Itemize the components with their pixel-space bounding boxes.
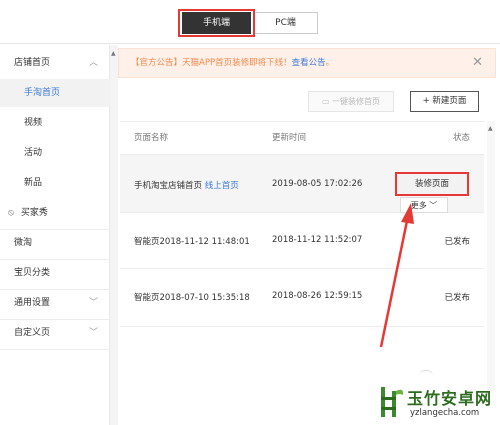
device-switch-bar: 手机端 PC端 [0,0,500,44]
scroll-up-icon[interactable]: ▲ [488,125,493,132]
chevron-down-icon: ﹀ [88,298,98,308]
announcement-bar: 【官方公告】天猫APP首页装修即将下线！查看公告。 ✕ [118,48,496,78]
one-click-decorate-button[interactable]: ▭ 一键装修首页 [308,91,394,112]
sidebar-item-buyer-show[interactable]: ⦸ 买家秀 [0,199,110,227]
one-click-decorate-label: 一键装修首页 [332,97,381,106]
watermark-url: yzlangecha.com [410,408,480,418]
bamboo-logo-icon [381,387,404,417]
sidebar-item-label: 活动 [24,148,43,158]
decorate-page-button[interactable]: 装修页面 [395,172,469,196]
update-time: 2018-11-12 11:52:07 [272,235,363,245]
page-name: 智能页2018-11-12 11:48:01 [134,237,250,247]
scroll-up-icon[interactable]: ▲ [111,50,116,57]
highlight-box-mobile [178,9,255,37]
watermark-logo: 玉竹安卓网 yzlangecha.com [374,380,500,425]
announcement-suffix: 。 [325,58,335,68]
update-time: 2019-08-05 17:02:26 [272,179,363,189]
sidebar-item-taobao-home[interactable]: 手淘首页 [0,79,110,107]
sidebar-item-label: 通用设置 [14,298,51,308]
sidebar-item-category[interactable]: 宝贝分类 [0,259,110,287]
header-status: 状态 [452,133,470,143]
watermark-title: 玉竹安卓网 [407,389,493,408]
sidebar-item-new-products[interactable]: 新品 [0,169,110,197]
sidebar-item-store-home[interactable]: 店铺首页 ︿ [0,49,110,77]
page-name: 智能页2018-07-10 15:35:18 [134,293,250,303]
sidebar-scrollbar[interactable]: ▲ [110,45,118,425]
sidebar-item-weitao[interactable]: 微淘 [0,229,110,257]
status-text: 已发布 [444,237,470,247]
sidebar-item-label: 买家秀 [20,208,48,218]
header-update-time: 更新时间 [272,133,307,143]
sidebar: 店铺首页 ︿ 手淘首页 视频 活动 新品 ⦸ 买家秀 微淘 宝贝分类 通用设置 … [0,45,110,425]
sidebar-item-label: 手淘首页 [24,88,61,98]
sidebar-item-label: 视频 [24,118,43,128]
chevron-down-icon: ﹀ [88,328,98,338]
more-dropdown[interactable]: 更多 ﹀ [400,197,448,213]
table-row: 智能页2018-07-10 15:35:18 2018-08-26 12:59:… [120,269,484,327]
chevron-up-icon: ︿ [88,58,98,68]
table-header: 页面名称 更新时间 状态 [120,121,484,155]
view-announcement-link[interactable]: 查看公告 [292,58,326,68]
announcement-text: 【官方公告】天猫APP首页装修即将下线！ [131,58,292,68]
divider [0,349,110,350]
decorate-icon: ▭ [321,97,330,106]
sidebar-item-label: 新品 [24,178,43,188]
online-home-tag[interactable]: 线上首页 [205,181,239,191]
table-row: 智能页2018-11-12 11:48:01 2018-11-12 11:52:… [120,213,484,269]
update-time: 2018-08-26 12:59:15 [272,291,363,301]
sidebar-item-label: 自定义页 [14,328,51,338]
sidebar-item-activity[interactable]: 活动 [0,139,110,167]
pc-tab[interactable]: PC端 [253,12,318,34]
sidebar-item-custom-pages[interactable]: 自定义页 ﹀ [0,319,110,347]
no-entry-icon: ⦸ [8,208,14,218]
header-page-name: 页面名称 [134,133,169,143]
sidebar-item-general-settings[interactable]: 通用设置 ﹀ [0,289,110,317]
new-page-button[interactable]: + 新建页面 [410,91,479,112]
sidebar-item-label: 店铺首页 [14,58,51,68]
sidebar-item-label: 宝贝分类 [14,268,51,278]
close-icon[interactable]: ✕ [472,49,483,77]
sidebar-item-video[interactable]: 视频 [0,109,110,137]
page-name: 手机淘宝店铺首页 线上首页 [134,179,239,191]
loading-indicator-icon [419,370,433,376]
status-text: 已发布 [444,293,470,303]
sidebar-item-label: 微淘 [14,238,33,248]
page-name-text: 手机淘宝店铺首页 [134,181,203,191]
content-scrollbar[interactable]: ▲ [487,121,495,391]
